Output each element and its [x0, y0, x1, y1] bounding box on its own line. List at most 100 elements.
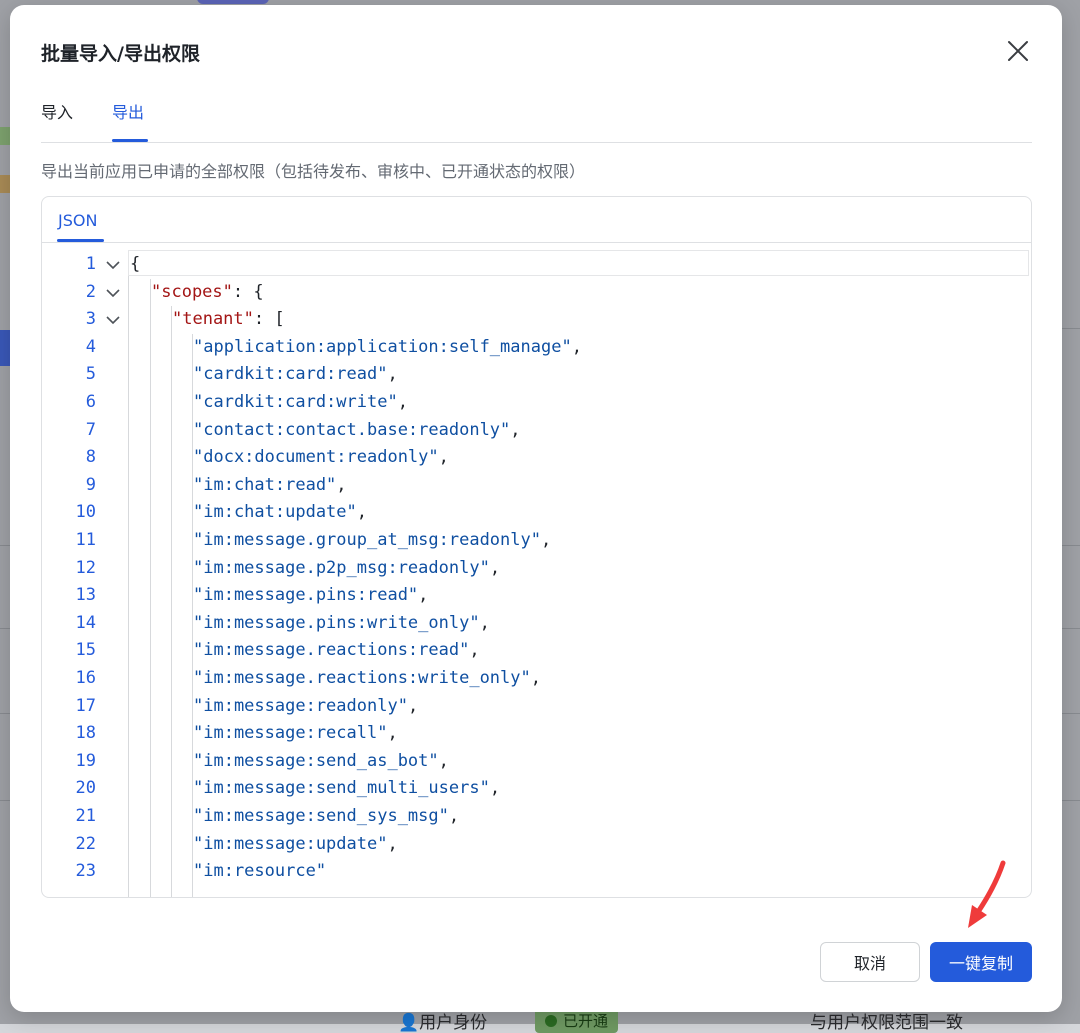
json-punctuation: , [489, 557, 501, 578]
line-number: 16 [75, 668, 96, 688]
user-icon: 👤 [398, 1013, 420, 1033]
copy-all-button[interactable]: 一键复制 [930, 942, 1032, 982]
code-text: "scopes": { [151, 279, 264, 307]
json-string: "im:message:recall" [193, 723, 388, 744]
code-line: 9 "im:chat:read", [42, 472, 1031, 500]
line-number: 21 [75, 806, 96, 826]
code-text: "cardkit:card:read", [193, 361, 398, 389]
line-number: 14 [75, 612, 96, 633]
json-string: "im:message:update" [193, 833, 388, 854]
json-tab-indicator [57, 239, 104, 242]
red-arrow-icon [968, 860, 1006, 928]
json-punctuation: , [489, 778, 501, 799]
code-line: 13 "im:message.pins:read", [42, 582, 1031, 610]
code-text: "application:application:self_manage", [193, 334, 582, 362]
code-text: "im:message:send_as_bot", [193, 748, 449, 776]
export-permissions-dialog: 批量导入/导出权限 导入 导出 导出当前应用已申请的全部权限（包括待发布、审核中… [10, 5, 1062, 1012]
code-line: 14 "im:message.pins:write_only", [42, 610, 1031, 638]
background-divider [1062, 628, 1080, 629]
background-tag [197, 0, 269, 4]
close-button[interactable] [1004, 37, 1032, 65]
line-number: 7 [85, 419, 96, 440]
line-number: 17 [75, 695, 96, 716]
code-text: "im:message.reactions:read", [193, 637, 480, 665]
export-description: 导出当前应用已申请的全部权限（包括待发布、审核中、已开通状态的权限） [41, 162, 586, 181]
code-text: "im:chat:update", [193, 499, 367, 527]
line-number: 13 [75, 585, 96, 606]
json-string: "contact:contact.base:readonly" [193, 419, 511, 440]
json-punctuation: : [ [253, 309, 285, 330]
code-text: "docx:document:readonly", [193, 444, 449, 472]
json-editor[interactable]: JSON 1{2 "scopes": {3 "tenant": [4 "applica… [41, 196, 1032, 898]
code-line: 11 "im:message.group_at_msg:readonly", [42, 527, 1031, 555]
code-line: 16 "im:message.reactions:write_only", [42, 665, 1031, 693]
line-number: 1 [85, 254, 96, 274]
code-text: "im:message:send_multi_users", [193, 775, 500, 803]
chevron-down-icon[interactable] [106, 260, 120, 270]
line-number: 22 [75, 833, 96, 854]
current-line-highlight [128, 250, 1029, 276]
json-punctuation: , [571, 336, 582, 357]
chevron-down-icon[interactable] [106, 288, 120, 298]
code-area[interactable]: 1{2 "scopes": {3 "tenant": [4 "application:… [42, 250, 1031, 897]
line-number: 4 [85, 336, 96, 357]
code-text: "tenant": [ [172, 306, 285, 334]
line-number: 3 [85, 309, 96, 330]
tab-import[interactable]: 导入 [41, 99, 73, 123]
json-punctuation: , [336, 474, 347, 495]
json-string: "docx:document:readonly" [193, 447, 439, 468]
json-punctuation: , [356, 502, 368, 523]
close-icon [1008, 41, 1028, 61]
json-string: "cardkit:card:read" [193, 364, 388, 385]
code-text: { [130, 251, 140, 279]
json-punctuation: , [530, 668, 542, 688]
json-key: "tenant" [172, 309, 254, 330]
indent-guide [192, 333, 193, 897]
code-text: "im:message.reactions:write_only", [193, 665, 541, 693]
code-line: 5 "cardkit:card:read", [42, 361, 1031, 389]
code-line: 18 "im:message:recall", [42, 720, 1031, 748]
code-line: 20 "im:message:send_multi_users", [42, 775, 1031, 803]
dialog-tabs: 导入 导出 [41, 99, 1032, 143]
check-icon [545, 1014, 557, 1027]
json-string: "im:message.reactions:write_only" [193, 668, 531, 688]
code-text: "im:message:send_sys_msg", [193, 803, 459, 831]
json-string: "im:chat:update" [193, 502, 357, 523]
cancel-button[interactable]: 取消 [820, 942, 920, 982]
code-text: "im:resource" [193, 858, 326, 886]
json-punctuation: , [407, 695, 419, 716]
code-line: 23 "im:resource" [42, 858, 1031, 886]
tab-json[interactable]: JSON [58, 211, 97, 230]
line-number: 5 [85, 364, 96, 385]
json-key: "scopes" [151, 281, 233, 302]
editor-tabs: JSON [42, 197, 1031, 243]
code-line: 6 "cardkit:card:write", [42, 389, 1031, 417]
code-text: "contact:contact.base:readonly", [193, 417, 521, 445]
background-divider [1062, 545, 1080, 546]
json-punctuation: , [387, 723, 398, 744]
background-divider [1062, 328, 1080, 329]
json-string: "im:message.pins:read" [193, 585, 419, 606]
code-line: 22 "im:message:update", [42, 831, 1031, 859]
line-number: 23 [75, 861, 96, 882]
line-number: 10 [75, 502, 96, 523]
json-punctuation: , [479, 612, 490, 633]
json-string: "im:message.reactions:read" [193, 640, 470, 661]
code-line: 1{ [42, 250, 1031, 279]
json-string: "im:resource" [193, 861, 327, 882]
background-divider [1062, 713, 1080, 714]
line-number: 2 [85, 281, 96, 302]
code-line: 2 "scopes": { [42, 279, 1031, 307]
json-string: "im:message.p2p_msg:readonly" [193, 557, 490, 578]
json-string: "im:message:send_multi_users" [193, 778, 490, 799]
json-punctuation: , [438, 750, 449, 771]
json-punctuation: , [387, 833, 398, 854]
line-number: 12 [75, 557, 96, 578]
code-text: "im:message:readonly", [193, 693, 418, 721]
dialog-title: 批量导入/导出权限 [41, 43, 200, 65]
chevron-down-icon[interactable] [106, 315, 120, 325]
tab-export[interactable]: 导出 [112, 99, 144, 123]
code-text: "im:message.group_at_msg:readonly", [193, 527, 551, 555]
json-punctuation: , [387, 364, 398, 385]
indent-guide [171, 306, 172, 897]
